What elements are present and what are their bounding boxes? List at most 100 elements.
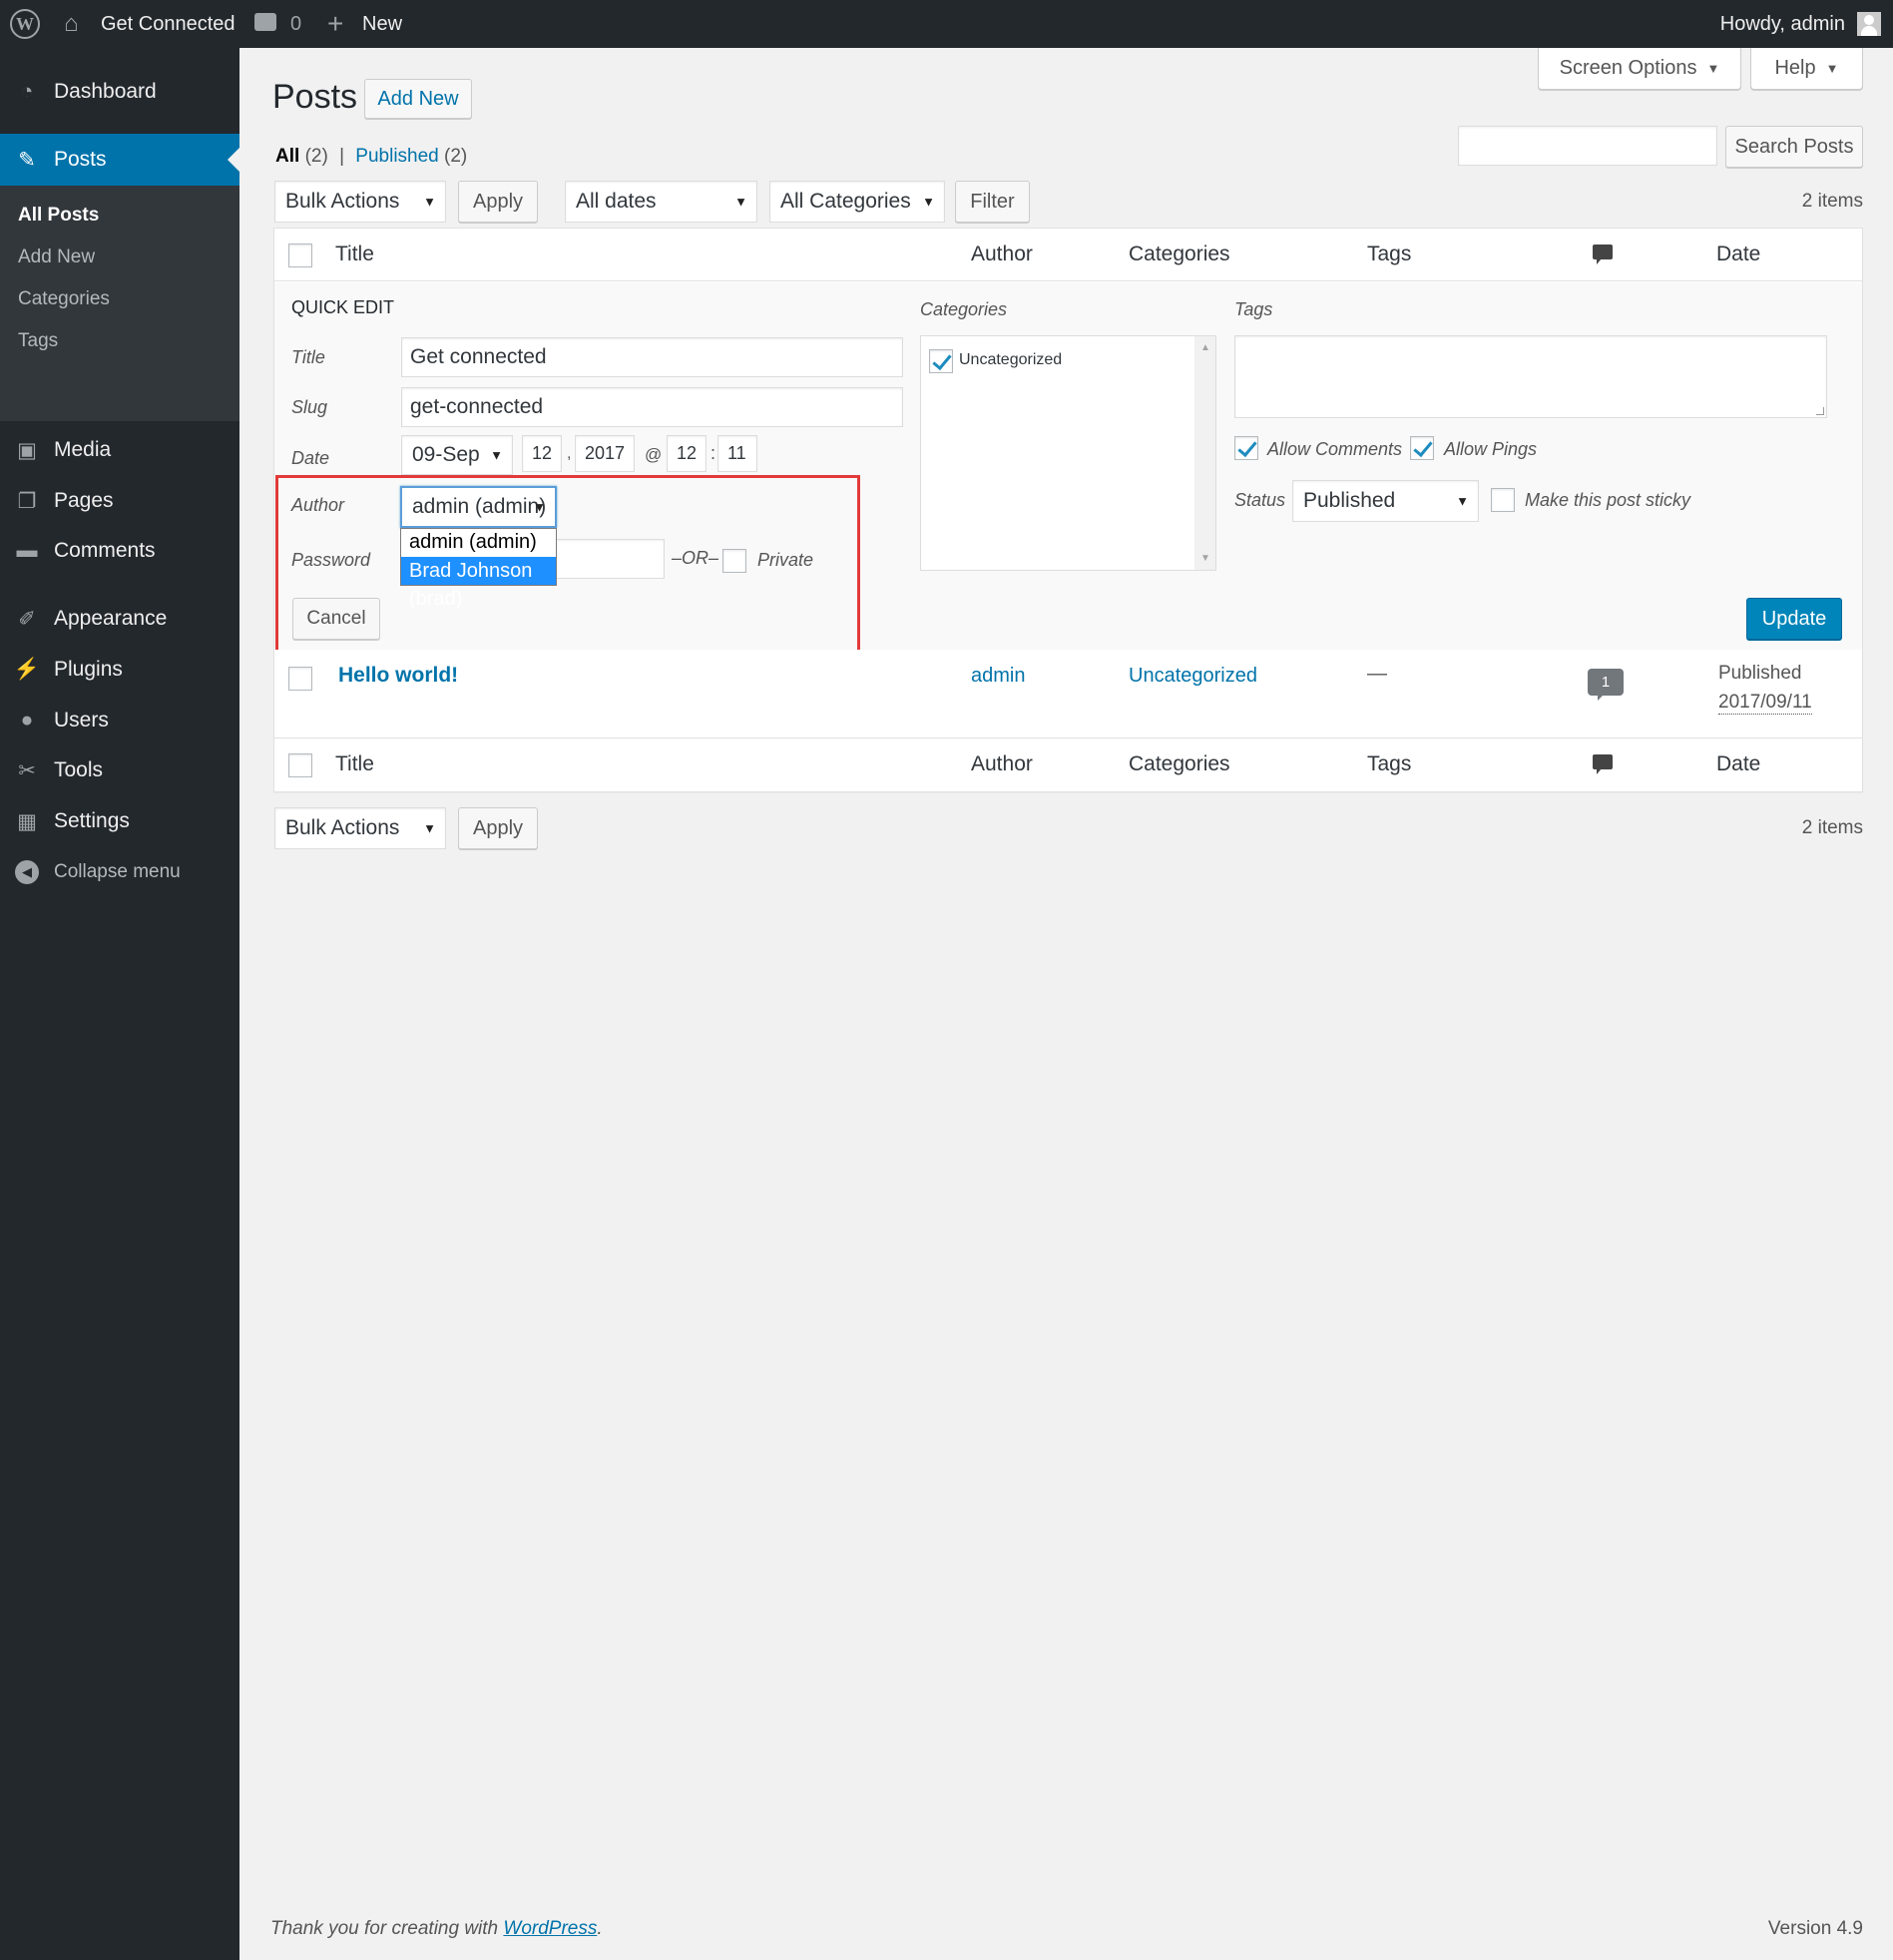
date-filter-select[interactable]: All dates ▼ (565, 181, 757, 223)
menu-posts[interactable]: ✎ Posts (0, 134, 239, 186)
filter-button[interactable]: Filter (955, 181, 1030, 223)
post-category-link[interactable]: Uncategorized (1129, 665, 1257, 688)
bulk-actions-select-top[interactable]: Bulk Actions ▼ (274, 181, 446, 223)
highlight-box (275, 475, 860, 653)
search-input[interactable] (1458, 126, 1717, 166)
menu-label: Appearance (54, 607, 168, 630)
paintbrush-icon: ✐ (18, 607, 36, 631)
select-all-checkbox[interactable] (288, 244, 312, 267)
day-input[interactable]: 12 (522, 435, 562, 472)
menu-appearance[interactable]: ✐ Appearance (0, 594, 239, 644)
page-title: Posts (272, 78, 358, 116)
hour-input[interactable]: 12 (667, 435, 707, 472)
time-colon: : (710, 443, 716, 463)
submenu-tags[interactable]: Tags (18, 330, 58, 352)
menu-label: Dashboard (54, 80, 157, 103)
help-tab[interactable]: Help ▼ (1750, 48, 1863, 90)
footer-period: . (597, 1918, 603, 1939)
howdy-text[interactable]: Howdy, admin (1720, 0, 1845, 48)
scroll-up-icon[interactable]: ▲ (1200, 342, 1210, 353)
submenu-all-posts[interactable]: All Posts (18, 205, 99, 227)
home-icon[interactable]: ⌂ (64, 0, 79, 48)
menu-label: Plugins (54, 658, 123, 681)
sticky-checkbox[interactable] (1491, 488, 1515, 512)
search-posts-button[interactable]: Search Posts (1725, 126, 1863, 168)
active-arrow (228, 148, 239, 172)
menu-media[interactable]: ▣ Media (0, 425, 239, 475)
month-select[interactable]: 09-Sep ▼ (401, 435, 513, 475)
menu-label: Posts (54, 148, 107, 171)
admin-sidebar: ◔ Dashboard ✎ Posts All Posts Add New Cate… (0, 48, 239, 1960)
bulk-actions-value: Bulk Actions (285, 816, 400, 839)
caret-down-icon: ▼ (1706, 61, 1720, 76)
footer-thanks-text: Thank you for creating with (270, 1918, 504, 1939)
wordpress-logo-icon[interactable]: W (10, 9, 40, 39)
status-label: Status (1234, 490, 1286, 510)
table-footer-header: Title Author Categories Tags Date (274, 739, 1862, 791)
collapse-label: Collapse menu (54, 861, 181, 882)
view-all[interactable]: All (275, 146, 299, 167)
menu-plugins[interactable]: ⚡ Plugins (0, 645, 239, 695)
menu-dashboard[interactable]: ◔ Dashboard (0, 67, 239, 117)
caret-down-icon: ▼ (922, 194, 935, 210)
apply-button-top[interactable]: Apply (458, 181, 538, 223)
comments-count[interactable]: 0 (290, 0, 301, 48)
caret-down-icon: ▼ (423, 194, 436, 210)
collapse-menu[interactable]: ◀ Collapse menu (0, 847, 239, 897)
column-title-bottom[interactable]: Title (335, 750, 374, 778)
menu-label: Pages (54, 489, 114, 512)
category-filter-select[interactable]: All Categories ▼ (769, 181, 945, 223)
footer-thanks: Thank you for creating with WordPress. (270, 1918, 603, 1940)
menu-comments[interactable]: ▬ Comments (0, 526, 239, 576)
allow-pings-checkbox[interactable] (1410, 436, 1434, 460)
screen-options-tab[interactable]: Screen Options ▼ (1538, 48, 1741, 90)
wordpress-link[interactable]: WordPress (503, 1918, 597, 1939)
scroll-down-icon[interactable]: ▼ (1200, 553, 1210, 564)
minute-input[interactable]: 11 (717, 435, 757, 472)
menu-pages[interactable]: ❐ Pages (0, 476, 239, 526)
column-date[interactable]: Date (1716, 241, 1760, 268)
bulk-actions-select-bottom[interactable]: Bulk Actions ▼ (274, 807, 446, 849)
site-name-link[interactable]: Get Connected (101, 0, 236, 48)
month-value: 09-Sep (412, 443, 480, 466)
select-all-checkbox-bottom[interactable] (288, 753, 312, 777)
post-author-link[interactable]: admin (971, 665, 1025, 688)
menu-settings[interactable]: ▦ Settings (0, 796, 239, 846)
title-input[interactable]: Get connected (401, 337, 903, 377)
submenu-add-new[interactable]: Add New (18, 246, 95, 268)
date-comma: , (567, 445, 572, 462)
menu-label: Tools (54, 758, 104, 781)
menu-users[interactable]: ● Users (0, 696, 239, 745)
tags-label: Tags (1234, 299, 1273, 319)
menu-tools[interactable]: ✂ Tools (0, 745, 239, 795)
column-title[interactable]: Title (335, 241, 374, 268)
status-value: Published (1303, 489, 1396, 512)
year-input[interactable]: 2017 (575, 435, 635, 472)
comment-count-bubble[interactable]: 1 (1588, 669, 1624, 696)
tags-textarea[interactable] (1234, 335, 1827, 418)
view-published[interactable]: Published (355, 146, 438, 167)
table-header: Title Author Categories Tags Date (274, 229, 1862, 281)
status-select[interactable]: Published ▼ (1292, 480, 1479, 522)
post-title-link[interactable]: Hello world! (338, 664, 458, 688)
row-checkbox[interactable] (288, 667, 312, 691)
uncategorized-checkbox[interactable] (929, 349, 953, 373)
allow-pings-label: Allow Pings (1444, 439, 1538, 459)
category-filter-value: All Categories (780, 190, 911, 213)
resize-handle-icon[interactable] (1816, 407, 1824, 415)
post-date: 2017/09/11 (1718, 692, 1812, 715)
allow-comments-checkbox[interactable] (1234, 436, 1258, 460)
update-button[interactable]: Update (1746, 598, 1842, 640)
slug-input[interactable]: get-connected (401, 387, 903, 427)
quick-edit-heading: QUICK EDIT (291, 297, 395, 317)
add-new-button[interactable]: Add New (364, 79, 472, 119)
apply-button-bottom[interactable]: Apply (458, 807, 538, 849)
comment-bubble-icon[interactable] (254, 13, 276, 31)
submenu-categories[interactable]: Categories (18, 288, 110, 310)
comments-column-icon[interactable] (1593, 754, 1613, 774)
avatar[interactable] (1857, 12, 1881, 36)
category-scrollbar[interactable]: ▲ ▼ (1194, 336, 1215, 570)
comments-column-icon[interactable] (1593, 245, 1613, 264)
new-content-link[interactable]: New (362, 0, 402, 48)
column-date-bottom[interactable]: Date (1716, 750, 1760, 778)
